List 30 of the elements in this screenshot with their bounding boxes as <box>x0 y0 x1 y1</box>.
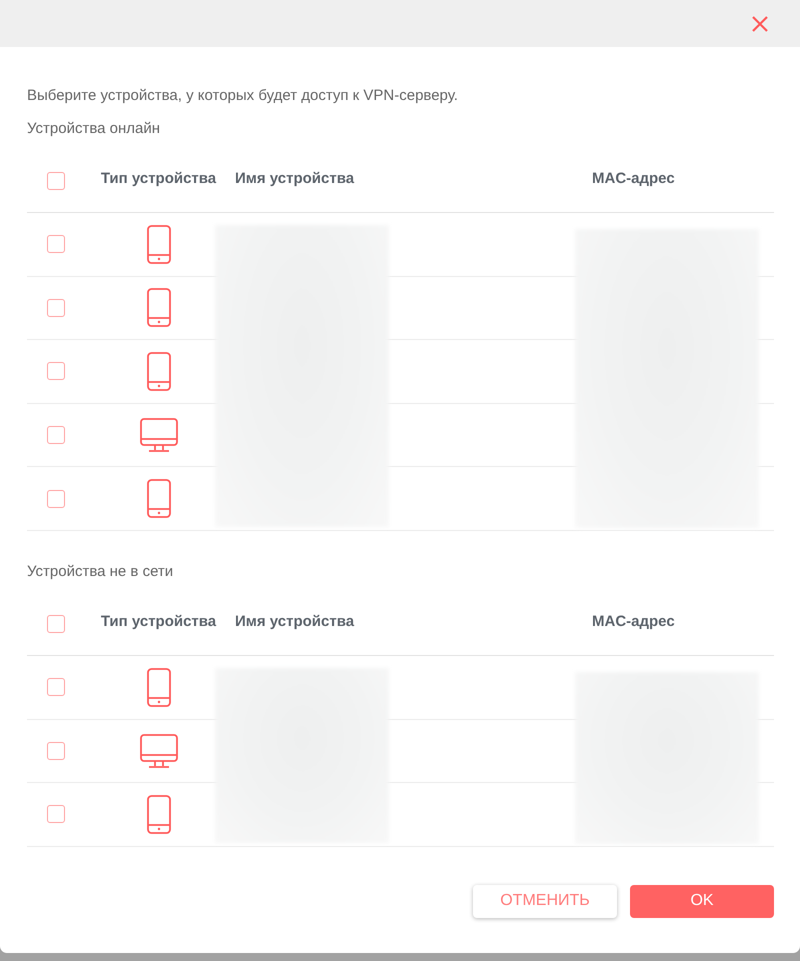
checkbox[interactable] <box>47 678 65 696</box>
column-header: MAC-адрес <box>592 170 675 187</box>
column-header: MAC-адрес <box>592 612 675 630</box>
phone-icon <box>146 288 170 328</box>
column-header: Имя устройства <box>235 612 354 630</box>
checkbox[interactable] <box>47 172 65 190</box>
checkbox[interactable] <box>47 742 65 760</box>
phone-icon <box>146 352 170 391</box>
instruction-text: Выберите устройства, у которых будет доступ к VPN-серверу. <box>27 87 458 104</box>
checkbox[interactable] <box>47 426 65 444</box>
column-header: Тип устройства <box>100 170 216 187</box>
phone-icon <box>146 224 170 264</box>
monitor-icon <box>140 734 178 768</box>
section-title: Устройства онлайн <box>27 120 160 137</box>
checkbox[interactable] <box>47 235 65 254</box>
column-header: Тип устройства <box>100 612 216 630</box>
checkbox[interactable] <box>47 614 65 633</box>
close-button[interactable] <box>751 14 769 32</box>
checkbox[interactable] <box>47 298 65 317</box>
cancel-button[interactable]: ОТМЕНИТЬ <box>473 884 617 918</box>
checkbox[interactable] <box>47 805 65 824</box>
column-header: Имя устройства <box>235 170 354 187</box>
checkbox[interactable] <box>47 490 65 508</box>
phone-icon <box>146 479 170 518</box>
section-title: Устройства не в сети <box>27 562 174 580</box>
phone-icon <box>146 794 170 834</box>
ok-button[interactable]: OK <box>630 884 774 918</box>
phone-icon <box>146 668 170 707</box>
monitor-icon <box>140 418 178 452</box>
checkbox[interactable] <box>47 362 65 380</box>
